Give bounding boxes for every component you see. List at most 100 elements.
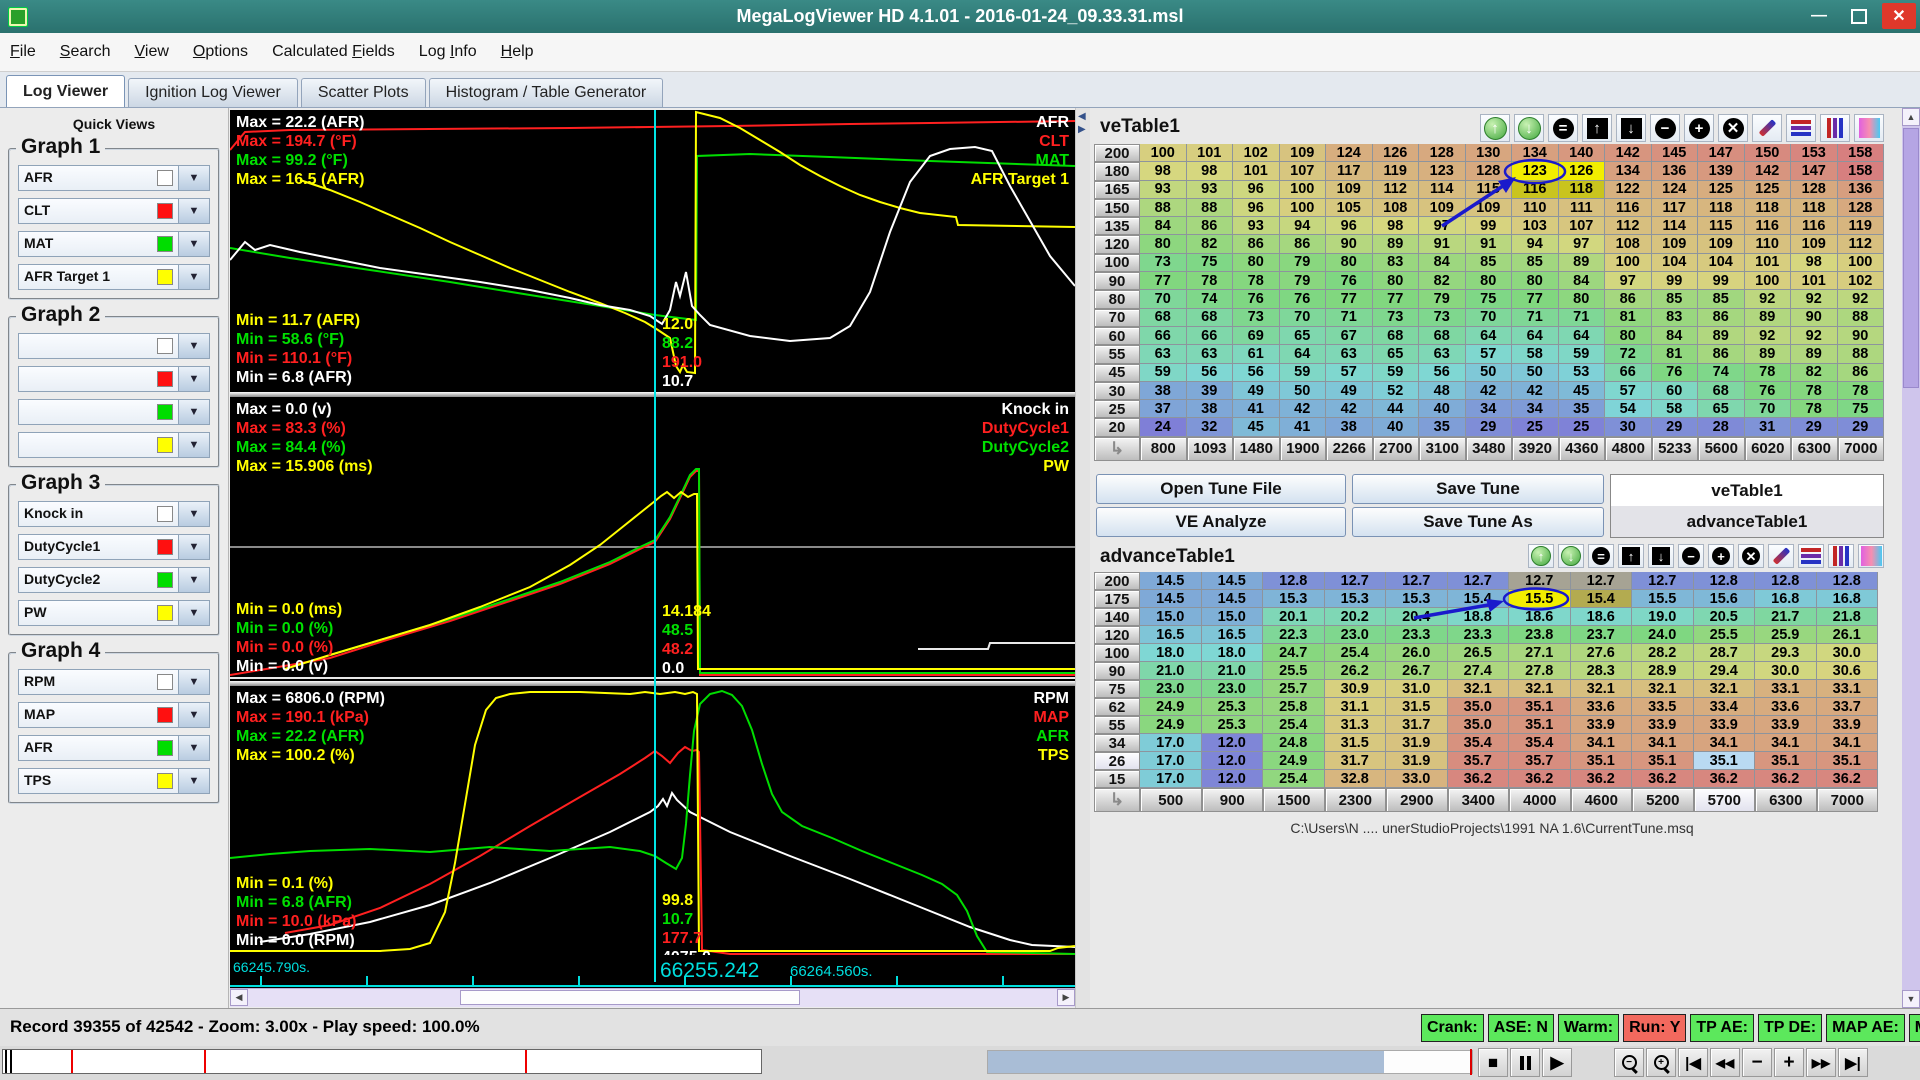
open-tune-file-button[interactable]: Open Tune File [1096, 474, 1346, 504]
advance-cell[interactable]: 23.0 [1202, 680, 1264, 698]
ve-cell[interactable]: 126 [1373, 144, 1420, 162]
chevron-down-icon[interactable]: ▼ [178, 568, 209, 592]
advance-cell[interactable]: 12.8 [1755, 572, 1817, 590]
ve-cell[interactable]: 89 [1791, 345, 1838, 363]
ve-cell[interactable]: 76 [1280, 290, 1327, 308]
advance-cell[interactable]: 15.3 [1325, 590, 1387, 608]
advance-cell[interactable]: 16.8 [1817, 590, 1879, 608]
advance-cell[interactable]: 31.9 [1386, 752, 1448, 770]
ve-cell[interactable]: 34 [1512, 400, 1559, 418]
scroll-up-button[interactable]: ▲ [1902, 108, 1920, 126]
ve-cell[interactable]: 98 [1187, 162, 1234, 180]
advance-cell[interactable]: 30.0 [1755, 662, 1817, 680]
ve-cell[interactable]: 103 [1512, 217, 1559, 235]
ve-cell[interactable]: 85 [1466, 254, 1513, 272]
up-arrow-icon[interactable]: ↑ [1582, 114, 1612, 142]
collapse-left-icon[interactable]: ◀ [1078, 111, 1086, 122]
menu-item-search[interactable]: Search [60, 43, 111, 61]
advance-cell[interactable]: 32.1 [1694, 680, 1756, 698]
advance-cell[interactable]: 31.7 [1386, 716, 1448, 734]
ve-cell[interactable]: 80 [1466, 272, 1513, 290]
advance-cell[interactable]: 25.4 [1325, 644, 1387, 662]
ve-cell[interactable]: 125 [1745, 181, 1792, 199]
advance-cell[interactable]: 18.0 [1140, 644, 1202, 662]
ve-cell[interactable]: 150 [1745, 144, 1792, 162]
right-vertical-scrollbar[interactable]: ▲ ▼ [1902, 108, 1920, 1008]
ve-cell[interactable]: 72 [1605, 345, 1652, 363]
ve-cell[interactable]: 100 [1745, 272, 1792, 290]
advance-cell[interactable]: 19.0 [1632, 608, 1694, 626]
ve-cell[interactable]: 147 [1791, 162, 1838, 180]
ve-cell[interactable]: 108 [1373, 199, 1420, 217]
ve-cell[interactable]: 89 [1373, 235, 1420, 253]
advance-cell[interactable]: 26.2 [1325, 662, 1387, 680]
ve-cell[interactable]: 115 [1698, 217, 1745, 235]
ve-cell[interactable]: 68 [1140, 309, 1187, 327]
chevron-down-icon[interactable]: ▼ [178, 265, 209, 289]
graph-panel-1[interactable]: Max = 22.2 (AFR)Max = 194.7 (°F)Max = 99… [230, 110, 1075, 392]
ve-cell[interactable]: 98 [1373, 217, 1420, 235]
ve-cell[interactable]: 79 [1280, 254, 1327, 272]
minus-icon[interactable]: − [1678, 544, 1704, 568]
ve-cell[interactable]: 158 [1838, 162, 1885, 180]
ve-cell[interactable]: 48 [1419, 382, 1466, 400]
ve-cell[interactable]: 86 [1698, 345, 1745, 363]
ve-cell[interactable]: 117 [1326, 162, 1373, 180]
ve-cell[interactable]: 68 [1698, 382, 1745, 400]
ve-cell[interactable]: 61 [1233, 345, 1280, 363]
ve-cell[interactable]: 66 [1140, 327, 1187, 345]
ve-cell[interactable]: 42 [1466, 382, 1513, 400]
advance-cell[interactable]: 15.0 [1202, 608, 1264, 626]
field-selector-afr[interactable]: AFR▼ [18, 165, 210, 191]
field-selector-dutycycle1[interactable]: DutyCycle1▼ [18, 534, 210, 560]
chevron-down-icon[interactable]: ▼ [178, 670, 209, 694]
ve-cell[interactable]: 76 [1326, 272, 1373, 290]
scrollbar-thumb[interactable] [1903, 128, 1919, 388]
ve-cell[interactable]: 85 [1652, 290, 1699, 308]
ve-cell[interactable]: 126 [1559, 162, 1606, 180]
ve-cell[interactable]: 86 [1233, 235, 1280, 253]
ve-cell[interactable]: 74 [1187, 290, 1234, 308]
ve-cell[interactable]: 65 [1280, 327, 1327, 345]
ve-cell[interactable]: 80 [1326, 254, 1373, 272]
ve-cell[interactable]: 81 [1652, 345, 1699, 363]
field-selector-rpm[interactable]: RPM▼ [18, 669, 210, 695]
ve-cell[interactable]: 114 [1419, 181, 1466, 199]
advance-cell[interactable]: 35.1 [1694, 752, 1756, 770]
ve-cell[interactable]: 118 [1698, 199, 1745, 217]
advance-cell[interactable]: 31.7 [1325, 752, 1387, 770]
ve-cell[interactable]: 30 [1605, 418, 1652, 436]
ve-cell[interactable]: 84 [1559, 272, 1606, 290]
ve-cell[interactable]: 31 [1745, 418, 1792, 436]
ve-cell[interactable]: 38 [1140, 382, 1187, 400]
advance-cell[interactable]: 25.9 [1755, 626, 1817, 644]
ve-cell[interactable]: 86 [1698, 309, 1745, 327]
field-selector-empty[interactable]: ▼ [18, 432, 210, 458]
ve-cell[interactable]: 64 [1466, 327, 1513, 345]
decrement-icon[interactable]: − [1742, 1048, 1772, 1077]
down-arrow-icon[interactable]: ↓ [1616, 114, 1646, 142]
ve-cell[interactable]: 56 [1187, 364, 1234, 382]
ve-cell[interactable]: 116 [1605, 199, 1652, 217]
ve-cell[interactable]: 41 [1280, 418, 1327, 436]
advance-cell[interactable]: 26.5 [1448, 644, 1510, 662]
ve-cell[interactable]: 80 [1140, 235, 1187, 253]
ve-cell[interactable]: 73 [1140, 254, 1187, 272]
advance-cell[interactable]: 33.9 [1632, 716, 1694, 734]
advance-cell[interactable]: 27.8 [1509, 662, 1571, 680]
advance-cell[interactable]: 35.0 [1448, 698, 1510, 716]
ve-cell[interactable]: 93 [1233, 217, 1280, 235]
ve-cell[interactable]: 64 [1512, 327, 1559, 345]
ve-cell[interactable]: 109 [1326, 181, 1373, 199]
ve-cell[interactable]: 77 [1373, 290, 1420, 308]
ve-cell[interactable]: 86 [1187, 217, 1234, 235]
advance-cell[interactable]: 33.9 [1571, 716, 1633, 734]
advance-cell[interactable]: 33.1 [1755, 680, 1817, 698]
ve-cell[interactable]: 86 [1605, 290, 1652, 308]
ve-cell[interactable]: 65 [1698, 400, 1745, 418]
ve-cell[interactable]: 99 [1652, 272, 1699, 290]
ve-cell[interactable]: 116 [1512, 181, 1559, 199]
advance-cell[interactable]: 12.7 [1448, 572, 1510, 590]
menu-item-view[interactable]: View [135, 43, 169, 61]
ve-cell[interactable]: 125 [1698, 181, 1745, 199]
